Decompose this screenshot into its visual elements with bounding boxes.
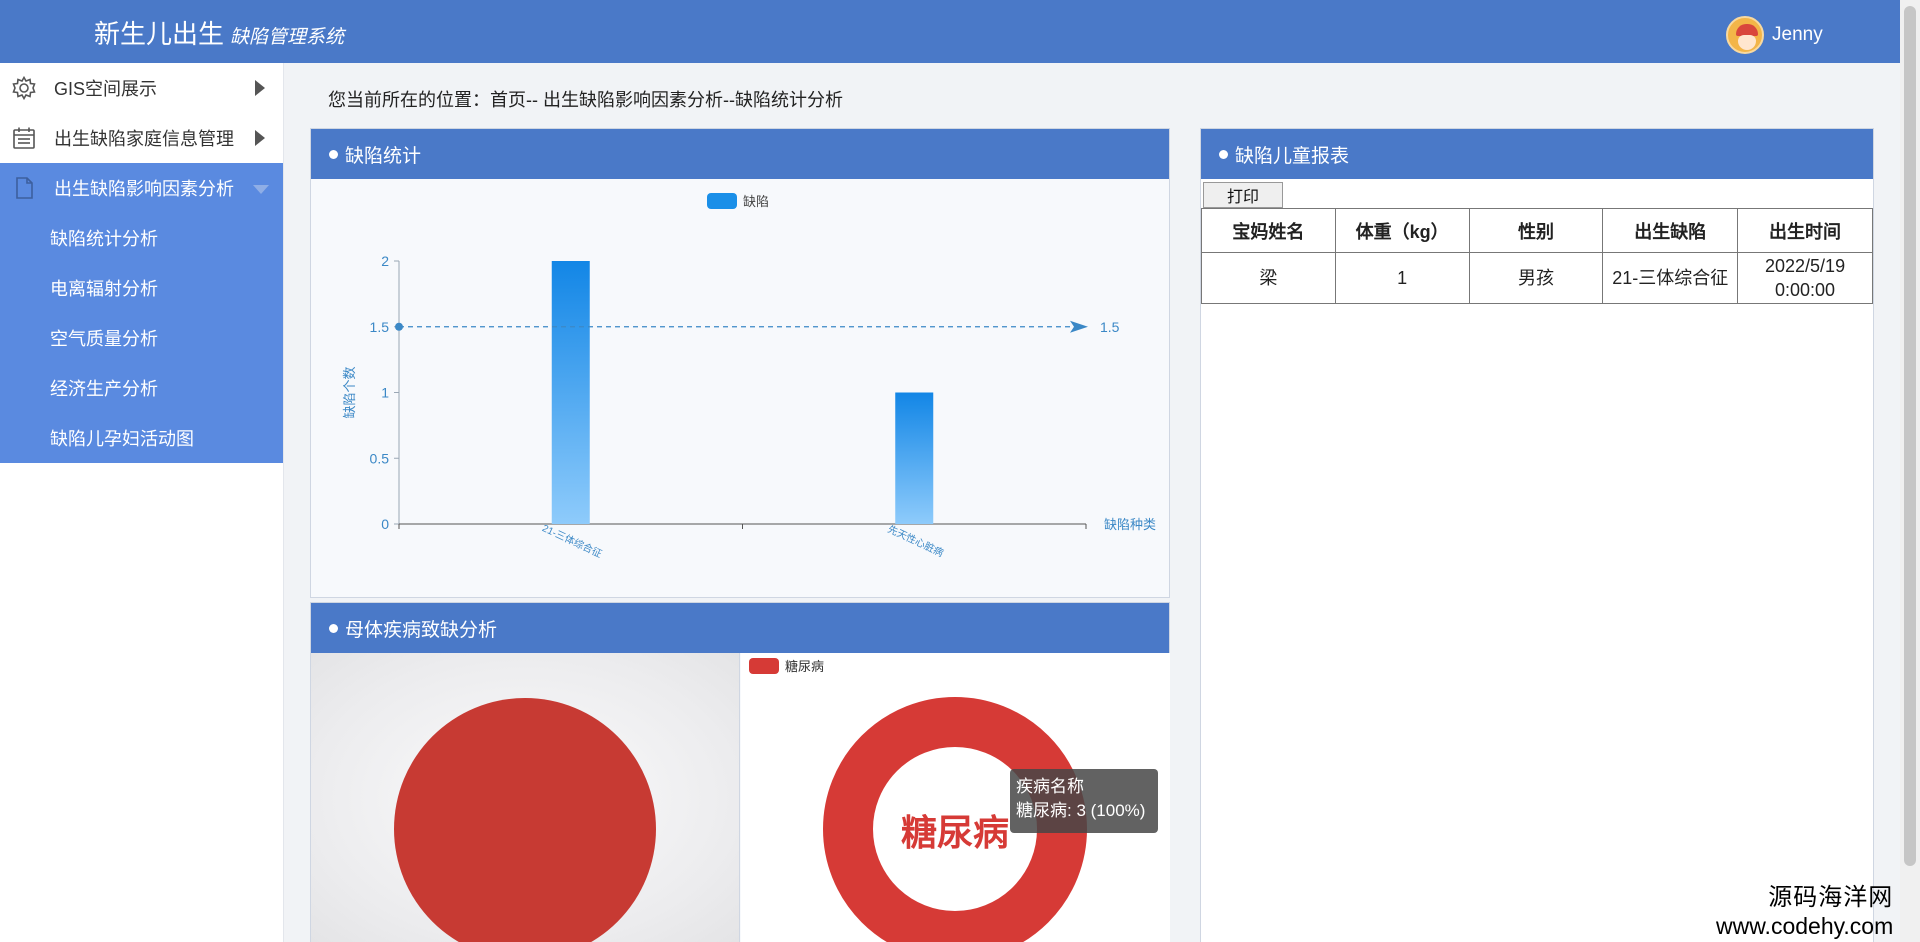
column-header: 宝妈姓名 [1201, 208, 1336, 253]
x-axis-label: 缺陷种类 [1104, 517, 1156, 532]
legend-label[interactable]: 缺陷 [743, 194, 769, 209]
user-menu[interactable]: Jenny [1726, 16, 1823, 54]
pie-chart-left-area [311, 653, 740, 942]
table-cell: 男孩 [1468, 252, 1604, 304]
table-cell: 梁 [1201, 252, 1336, 304]
sidebar: GIS空间展示 出生缺陷家庭信息管理 出生缺陷影响因素分析 缺陷统计分析 电离辐… [0, 63, 284, 942]
print-button[interactable]: 打印 [1203, 182, 1283, 208]
markline-label: 1.5 [1100, 319, 1120, 335]
submenu-item-defect-stats[interactable]: 缺陷统计分析 [0, 213, 283, 263]
watermark-line2: www.codehy.com [1716, 913, 1894, 939]
submenu-factors: 缺陷统计分析 电离辐射分析 空气质量分析 经济生产分析 缺陷儿孕妇活动图 [0, 213, 283, 463]
submenu-item-label: 缺陷统计分析 [50, 229, 158, 249]
submenu-item-label: 空气质量分析 [50, 329, 158, 349]
sidebar-item-factors[interactable]: 出生缺陷影响因素分析 [0, 163, 283, 213]
submenu-item-label: 电离辐射分析 [50, 279, 158, 299]
calendar-icon [10, 124, 38, 152]
markline-arrow-icon [1070, 320, 1088, 333]
submenu-item-air-quality[interactable]: 空气质量分析 [0, 313, 283, 363]
chevron-down-icon [253, 185, 269, 194]
bar-chart-area: 缺陷 0 0.5 1 1.5 2 缺陷个数缺陷种类 21-三体综合征 先天性心脏病 1.5 [311, 179, 1169, 597]
gear-icon [10, 74, 38, 102]
panel-title: 缺陷统计 [345, 145, 422, 167]
bar[interactable] [551, 261, 590, 524]
sidebar-item-label: 出生缺陷家庭信息管理 [54, 129, 234, 149]
top-header: 新生儿出生 缺陷管理系统 Jenny [0, 0, 1900, 63]
panel-header: 缺陷统计 [311, 129, 1169, 179]
pie-chart-left [394, 698, 656, 942]
submenu-item-activity-map[interactable]: 缺陷儿孕妇活动图 [0, 413, 283, 463]
donut-center-label: 糖尿病 [901, 813, 1009, 854]
y-tick-label: 1.5 [370, 319, 390, 335]
table-cell: 1 [1334, 252, 1470, 304]
y-tick-label: 0 [381, 516, 389, 532]
bar[interactable] [895, 392, 934, 525]
app-title-sub: 缺陷管理系统 [230, 27, 345, 48]
report-table: 宝妈姓名 体重（kg） 性别 出生缺陷 出生时间 梁 1 男孩 21-三体综合征… [1201, 208, 1873, 304]
panel-header: 缺陷儿童报表 [1201, 129, 1873, 179]
tooltip-text: 糖尿病: 3 (100%) [1016, 801, 1146, 820]
submenu-item-label: 缺陷儿孕妇活动图 [50, 429, 194, 449]
legend-swatch[interactable] [749, 658, 779, 674]
column-header: 出生缺陷 [1602, 208, 1739, 253]
y-tick-label: 2 [381, 253, 389, 269]
user-name: Jenny [1772, 24, 1823, 45]
scrollbar-thumb[interactable] [1904, 6, 1916, 866]
avatar[interactable] [1726, 16, 1764, 54]
bullet-icon [329, 623, 338, 633]
watermark: 源码海洋网 www.codehy.com [1716, 884, 1893, 940]
submenu-item-economy[interactable]: 经济生产分析 [0, 363, 283, 413]
column-header: 体重（kg） [1334, 208, 1470, 253]
panel-header: 母体疾病致缺分析 [311, 603, 1169, 653]
y-tick-label: 0.5 [370, 450, 390, 466]
app-title: 新生儿出生 缺陷管理系统 [94, 14, 344, 51]
document-icon [10, 174, 38, 202]
legend-label[interactable]: 糖尿病 [785, 659, 824, 674]
column-header: 性别 [1468, 208, 1604, 253]
chevron-right-icon [255, 80, 265, 96]
bullet-icon [329, 149, 338, 159]
table-header-row: 宝妈姓名 体重（kg） 性别 出生缺陷 出生时间 [1201, 208, 1873, 253]
sidebar-item-family[interactable]: 出生缺陷家庭信息管理 [0, 113, 283, 163]
chart-tooltip: 疾病名称 糖尿病: 3 (100%) [1010, 769, 1158, 833]
tooltip-title: 疾病名称 [1016, 777, 1084, 796]
panel-defect-stats: 缺陷统计 缺陷 0 0.5 1 1.5 2 缺陷个数缺陷种类 21-三体综合征 先天性心脏病 1.… [310, 128, 1170, 598]
sidebar-item-gis[interactable]: GIS空间展示 [0, 63, 283, 113]
panel-title: 缺陷儿童报表 [1235, 145, 1350, 167]
table-cell: 21-三体综合征 [1602, 252, 1739, 304]
page-scrollbar[interactable] [1900, 0, 1920, 942]
sidebar-item-label: GIS空间展示 [54, 79, 158, 99]
app-title-main: 新生儿出生 [94, 19, 225, 49]
legend-swatch[interactable] [707, 193, 737, 209]
y-tick-label: 1 [381, 385, 389, 401]
x-tick-label: 21-三体综合征 [540, 521, 604, 560]
breadcrumb: 您当前所在的位置：首页-- 出生缺陷影响因素分析--缺陷统计分析 [328, 90, 843, 110]
column-header: 出生时间 [1737, 208, 1873, 253]
panel-title: 母体疾病致缺分析 [345, 619, 498, 641]
submenu-item-label: 经济生产分析 [50, 379, 158, 399]
x-tick-label: 先天性心脏病 [886, 522, 946, 559]
bullet-icon [1219, 149, 1228, 159]
watermark-line1: 源码海洋网 [1768, 884, 1894, 911]
sidebar-item-label: 出生缺陷影响因素分析 [54, 179, 234, 199]
table-cell: 2022/5/19 0:00:00 [1737, 252, 1873, 304]
chevron-right-icon [255, 130, 265, 146]
y-axis-label: 缺陷个数 [342, 366, 357, 418]
pie-slice[interactable] [394, 698, 656, 942]
submenu-item-radiation[interactable]: 电离辐射分析 [0, 263, 283, 313]
panel-defect-report: 缺陷儿童报表 打印 宝妈姓名 体重（kg） 性别 出生缺陷 出生时间 梁 1 男… [1200, 128, 1874, 942]
bar-chart: 缺陷 0 0.5 1 1.5 2 缺陷个数缺陷种类 21-三体综合征 先天性心脏病 1.5 [342, 193, 1156, 560]
table-row[interactable]: 梁 1 男孩 21-三体综合征 2022/5/19 0:00:00 [1201, 252, 1873, 304]
